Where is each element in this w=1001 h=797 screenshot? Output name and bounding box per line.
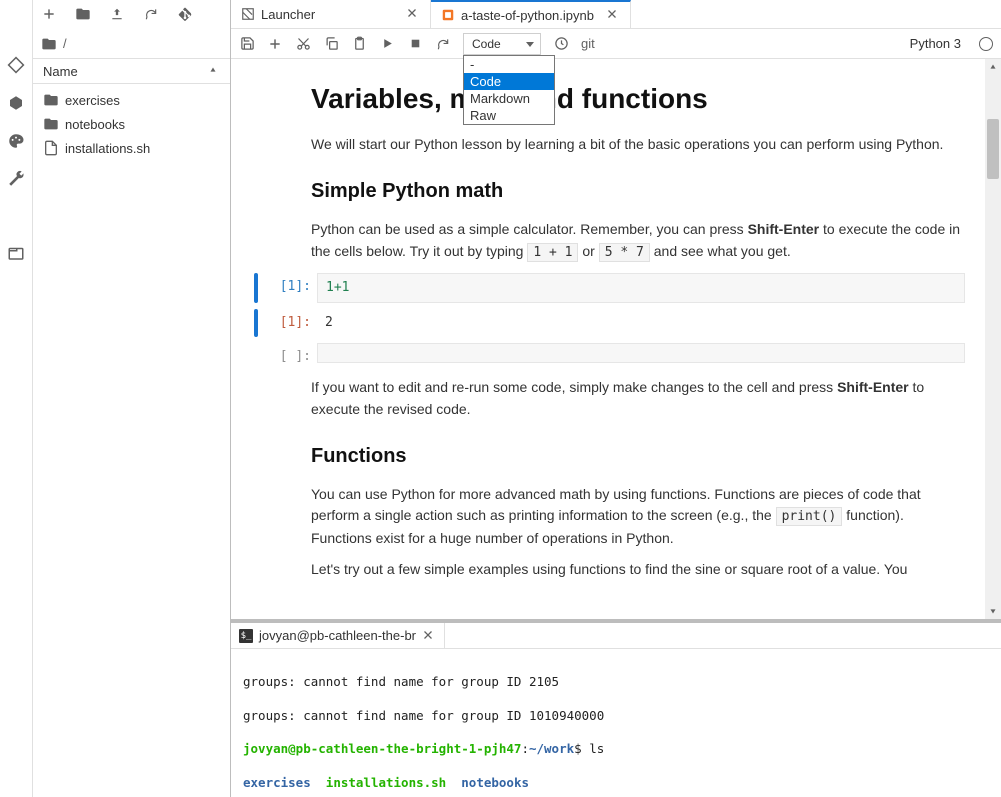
terminal-tabbar: $_ jovyan@pb-cathleen-the-br bbox=[231, 623, 1001, 649]
paragraph: If you want to edit and re-run some code… bbox=[311, 377, 965, 420]
clock-icon[interactable] bbox=[553, 36, 569, 52]
file-list: exercises notebooks installations.sh bbox=[33, 84, 230, 797]
tab-notebook[interactable]: a-taste-of-python.ipynb bbox=[431, 0, 631, 28]
file-list-header[interactable]: Name bbox=[33, 58, 230, 84]
kernel-status-icon[interactable] bbox=[979, 37, 993, 51]
terminal-line: groups: cannot find name for group ID 10… bbox=[243, 708, 989, 725]
main-area: Launcher a-taste-of-python.ipynb Code bbox=[231, 0, 1001, 797]
launcher-icon bbox=[241, 7, 255, 21]
heading-1: Variables, math and functions bbox=[311, 77, 965, 120]
cell-type-option[interactable]: Raw bbox=[464, 107, 554, 124]
scroll-down-icon[interactable] bbox=[988, 606, 998, 616]
code-cell[interactable]: [1]: 1+1 bbox=[251, 273, 965, 303]
tab-label: Launcher bbox=[261, 7, 315, 22]
terminal-line: exercises installations.sh notebooks bbox=[243, 775, 989, 792]
file-item-file[interactable]: installations.sh bbox=[33, 136, 230, 160]
paste-icon[interactable] bbox=[351, 36, 367, 52]
file-item-label: installations.sh bbox=[65, 141, 150, 156]
output-row: [1]: 2 bbox=[251, 309, 965, 337]
run-icon[interactable] bbox=[379, 36, 395, 52]
cell-type-option[interactable]: - bbox=[464, 56, 554, 73]
cut-icon[interactable] bbox=[295, 36, 311, 52]
file-item-folder[interactable]: notebooks bbox=[33, 112, 230, 136]
code-input[interactable]: 1+1 bbox=[317, 273, 965, 303]
inline-code: print() bbox=[776, 507, 843, 526]
cell-type-value: Code bbox=[472, 37, 501, 51]
cell-type-select[interactable]: Code - Code Markdown Raw bbox=[463, 33, 541, 55]
activity-bar bbox=[0, 0, 33, 797]
file-header-label: Name bbox=[43, 64, 78, 79]
file-item-label: notebooks bbox=[65, 117, 125, 132]
new-folder-icon[interactable] bbox=[75, 6, 91, 22]
close-icon[interactable] bbox=[606, 8, 620, 22]
terminal-line: groups: cannot find name for group ID 21… bbox=[243, 674, 989, 691]
cell-output: 2 bbox=[317, 309, 965, 337]
input-prompt: [ ]: bbox=[265, 343, 317, 367]
add-cell-icon[interactable] bbox=[267, 36, 283, 52]
terminal-tab[interactable]: $_ jovyan@pb-cathleen-the-br bbox=[231, 623, 445, 648]
terminal-body[interactable]: groups: cannot find name for group ID 21… bbox=[231, 649, 1001, 797]
palette-icon[interactable] bbox=[6, 131, 26, 151]
code-cell[interactable]: [ ]: bbox=[251, 343, 965, 367]
close-icon[interactable] bbox=[406, 7, 420, 21]
git-diamond-icon[interactable] bbox=[6, 55, 26, 75]
stop-icon[interactable] bbox=[407, 36, 423, 52]
sort-up-icon bbox=[208, 65, 220, 77]
paragraph: We will start our Python lesson by learn… bbox=[311, 134, 965, 156]
kernel-name[interactable]: Python 3 bbox=[910, 36, 961, 51]
folder-icon bbox=[41, 36, 57, 52]
inline-code: 1 + 1 bbox=[527, 243, 578, 262]
vertical-scrollbar[interactable] bbox=[985, 59, 1001, 619]
paragraph: Let's try out a few simple examples usin… bbox=[311, 559, 965, 581]
notebook-icon bbox=[441, 8, 455, 22]
notebook-content: Variables, math and functions We will st… bbox=[311, 77, 965, 581]
new-launcher-icon[interactable] bbox=[41, 6, 57, 22]
file-browser-toolbar bbox=[33, 0, 230, 29]
file-item-label: exercises bbox=[65, 93, 120, 108]
wrench-icon[interactable] bbox=[6, 169, 26, 189]
inline-code: 5 * 7 bbox=[599, 243, 650, 262]
breadcrumb[interactable]: / bbox=[33, 29, 230, 58]
notebook-body: Variables, math and functions We will st… bbox=[231, 59, 1001, 619]
file-icon bbox=[43, 140, 59, 156]
heading-2: Functions bbox=[311, 441, 965, 472]
scrollbar-thumb[interactable] bbox=[987, 119, 999, 179]
breadcrumb-path: / bbox=[63, 36, 67, 51]
close-icon[interactable] bbox=[422, 629, 436, 643]
terminal-icon: $_ bbox=[239, 629, 253, 643]
app-root: / Name exercises notebooks installations… bbox=[0, 0, 1001, 797]
output-prompt: [1]: bbox=[265, 309, 317, 333]
git-text-button[interactable]: git bbox=[581, 36, 595, 51]
terminal-tab-label: jovyan@pb-cathleen-the-br bbox=[259, 628, 416, 643]
terminal-line: jovyan@pb-cathleen-the-bright-1-pjh47:~/… bbox=[243, 741, 989, 758]
input-prompt: [1]: bbox=[265, 273, 317, 297]
refresh-icon[interactable] bbox=[143, 6, 159, 22]
scroll-up-icon[interactable] bbox=[988, 62, 998, 72]
notebook-toolbar: Code - Code Markdown Raw git Python 3 bbox=[231, 29, 1001, 59]
save-icon[interactable] bbox=[239, 36, 255, 52]
paragraph: Python can be used as a simple calculato… bbox=[311, 219, 965, 263]
document-tabbar: Launcher a-taste-of-python.ipynb bbox=[231, 0, 1001, 29]
copy-icon[interactable] bbox=[323, 36, 339, 52]
cell-type-dropdown: - Code Markdown Raw bbox=[463, 55, 555, 125]
hex-icon[interactable] bbox=[6, 93, 26, 113]
tab-launcher[interactable]: Launcher bbox=[231, 0, 431, 28]
restart-icon[interactable] bbox=[435, 36, 451, 52]
file-browser-panel: / Name exercises notebooks installations… bbox=[33, 0, 230, 797]
notebook-scroll[interactable]: Variables, math and functions We will st… bbox=[231, 59, 985, 619]
folder-icon bbox=[43, 92, 59, 108]
git-icon[interactable] bbox=[177, 6, 193, 22]
terminal-panel: $_ jovyan@pb-cathleen-the-br groups: can… bbox=[231, 619, 1001, 797]
code-input[interactable] bbox=[317, 343, 965, 363]
upload-icon[interactable] bbox=[109, 6, 125, 22]
cell-type-option[interactable]: Code bbox=[464, 73, 554, 90]
file-item-folder[interactable]: exercises bbox=[33, 88, 230, 112]
cell-type-option[interactable]: Markdown bbox=[464, 90, 554, 107]
folder-icon bbox=[43, 116, 59, 132]
tab-label: a-taste-of-python.ipynb bbox=[461, 8, 594, 23]
paragraph: You can use Python for more advanced mat… bbox=[311, 484, 965, 550]
tabs-icon[interactable] bbox=[6, 243, 26, 263]
cell-type-button[interactable]: Code bbox=[463, 33, 541, 55]
heading-2: Simple Python math bbox=[311, 176, 965, 207]
